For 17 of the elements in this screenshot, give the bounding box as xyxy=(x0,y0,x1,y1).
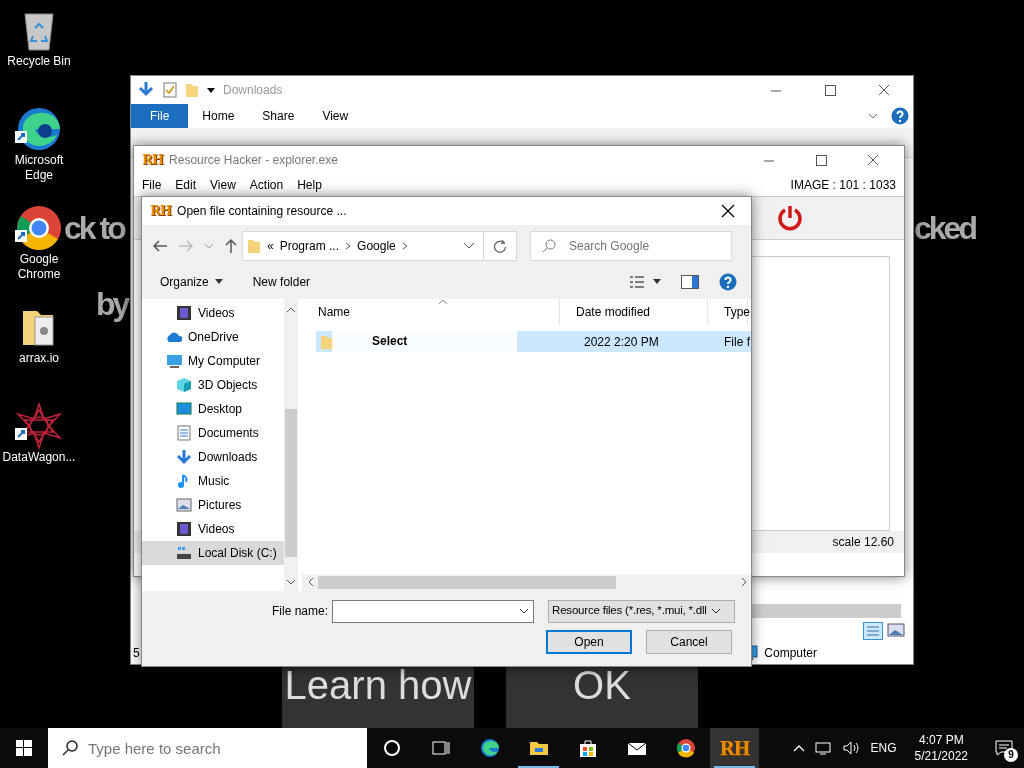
app-logo: RH xyxy=(150,202,172,221)
location-label: Computer xyxy=(764,645,817,662)
window-title: Downloads xyxy=(223,82,283,99)
background-text: ck to xyxy=(64,212,124,244)
dialog-title: Open file containing resource ... xyxy=(177,203,347,220)
notification-count: 9 xyxy=(1004,748,1018,762)
table-cell-text: File f xyxy=(724,333,750,351)
background-text: cked xyxy=(914,212,975,244)
background-text: by xyxy=(96,288,128,320)
table-cell-text: 2022 2:20 PM xyxy=(584,333,660,351)
app-logo: RH xyxy=(142,151,164,170)
field-label: File name: xyxy=(272,603,329,620)
drag-tooltip: Select xyxy=(332,329,517,352)
scale-label: scale 12.60 xyxy=(832,534,894,551)
window-title: Resource Hacker - explorer.exe xyxy=(169,152,338,169)
item-count: 5 xyxy=(133,645,140,662)
image-info: IMAGE : 101 : 1033 xyxy=(790,177,896,194)
